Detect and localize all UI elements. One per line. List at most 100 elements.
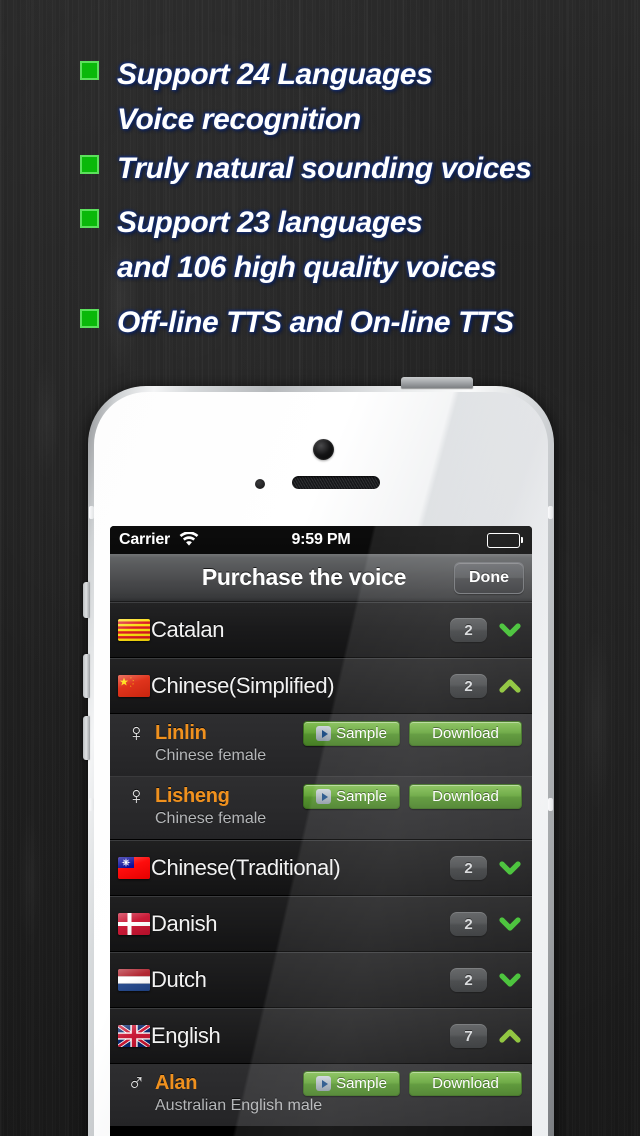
battery-icon xyxy=(487,532,523,548)
power-button[interactable] xyxy=(401,377,473,388)
gender-male-icon: ♂ xyxy=(127,1069,146,1097)
status-bar: Carrier 9:59 PM xyxy=(110,526,532,554)
promo-item-lines: Off-line TTS and On-line TTS xyxy=(117,300,514,345)
volume-down-button[interactable] xyxy=(83,716,90,760)
navigation-bar: Purchase the voice Done xyxy=(110,554,532,602)
chevron-down-icon[interactable] xyxy=(498,968,522,992)
language-row[interactable]: Chinese(Simplified) 2 xyxy=(110,658,532,714)
voice-name: Linlin xyxy=(155,722,207,744)
language-row[interactable]: Danish 2 xyxy=(110,896,532,952)
antenna-notch xyxy=(548,506,553,519)
voice-description: Australian English male xyxy=(155,1097,323,1114)
gender-female-icon: ♀ xyxy=(127,782,146,810)
flag-taiwan-icon xyxy=(118,857,150,879)
sample-button[interactable]: Sample xyxy=(303,1071,400,1096)
voice-row-top: ♂ Alan Sample Download xyxy=(127,1071,522,1096)
promo-item: Off-line TTS and On-line TTS xyxy=(80,300,514,345)
voice-count-badge: 2 xyxy=(450,968,487,992)
chevron-down-icon[interactable] xyxy=(498,856,522,880)
language-row[interactable]: English 7 xyxy=(110,1008,532,1064)
promo-line: Support 24 Languages xyxy=(117,58,433,91)
sample-button-label: Sample xyxy=(336,725,387,742)
antenna-notch xyxy=(548,798,553,811)
mute-switch[interactable] xyxy=(83,582,90,618)
language-row-right: 2 xyxy=(450,968,522,992)
promo-item-lines: Support 24 Languages Voice recognition xyxy=(117,52,433,142)
promo-item-lines: Truly natural sounding voices xyxy=(117,146,532,191)
chevron-up-icon[interactable] xyxy=(498,1024,522,1048)
language-row-right: 2 xyxy=(450,912,522,936)
language-list[interactable]: Catalan 2 Chinese(Simplified) 2 ♀ Linlin Sampl… xyxy=(110,602,532,1127)
promo-line: Truly natural sounding voices xyxy=(117,152,532,185)
language-row[interactable]: Chinese(Traditional) 2 xyxy=(110,840,532,896)
chevron-up-icon xyxy=(499,679,521,693)
voice-actions: Sample Download xyxy=(303,721,522,746)
play-icon xyxy=(316,1076,332,1091)
done-button[interactable]: Done xyxy=(454,562,524,594)
language-name: Chinese(Simplified) xyxy=(151,673,335,698)
wifi-icon xyxy=(179,532,199,546)
language-row[interactable]: Dutch 2 xyxy=(110,952,532,1008)
download-button-label: Download xyxy=(432,788,499,805)
promo-item: Truly natural sounding voices xyxy=(80,146,532,191)
language-row-right: 7 xyxy=(450,1024,522,1048)
flag-netherlands-icon xyxy=(118,969,150,991)
sample-button[interactable]: Sample xyxy=(303,721,400,746)
chevron-down-icon xyxy=(499,973,521,987)
promo-item: Support 24 Languages Voice recognition xyxy=(80,52,433,142)
language-name: Chinese(Traditional) xyxy=(151,855,341,880)
language-row-right: 2 xyxy=(450,856,522,880)
earpiece-speaker-icon xyxy=(292,476,380,489)
voice-row: ♂ Alan Sample Download Australian English ma… xyxy=(110,1064,532,1127)
play-icon xyxy=(316,726,332,741)
download-button[interactable]: Download xyxy=(409,1071,522,1096)
page-title: Purchase the voice xyxy=(201,564,407,590)
voice-actions: Sample Download xyxy=(303,784,522,809)
sample-button-label: Sample xyxy=(336,1075,387,1092)
green-square-bullet-icon xyxy=(80,209,99,228)
voice-name: Lisheng xyxy=(155,785,230,807)
volume-up-button[interactable] xyxy=(83,654,90,698)
chevron-down-icon[interactable] xyxy=(498,618,522,642)
flag-china-icon xyxy=(118,675,150,697)
language-name: Danish xyxy=(151,911,218,936)
sample-button-label: Sample xyxy=(336,788,387,805)
flag-uk-icon xyxy=(118,1025,150,1047)
promo-item: Support 23 languages and 106 high quality… xyxy=(80,200,497,290)
flag-catalonia-icon xyxy=(118,619,150,641)
voice-count-badge: 2 xyxy=(450,912,487,936)
clock-label: 9:59 PM xyxy=(291,531,351,548)
voice-description: Chinese female xyxy=(155,810,267,827)
sample-button[interactable]: Sample xyxy=(303,784,400,809)
voice-group: ♀ Linlin Sample Download Chinese female ♀ Lish… xyxy=(110,714,532,840)
language-name: Catalan xyxy=(151,617,225,642)
chevron-up-icon xyxy=(499,1029,521,1043)
voice-group: ♂ Alan Sample Download Australian English ma… xyxy=(110,1064,532,1127)
download-button-label: Download xyxy=(432,1075,499,1092)
download-button[interactable]: Download xyxy=(409,721,522,746)
chevron-up-icon[interactable] xyxy=(498,674,522,698)
promo-item-lines: Support 23 languages and 106 high quality… xyxy=(117,200,497,290)
proximity-sensor-icon xyxy=(255,479,265,489)
download-button[interactable]: Download xyxy=(409,784,522,809)
voice-count-badge: 2 xyxy=(450,674,487,698)
green-square-bullet-icon xyxy=(80,155,99,174)
chevron-down-icon[interactable] xyxy=(498,912,522,936)
camera-icon xyxy=(313,439,334,460)
promo-line: Voice recognition xyxy=(117,103,361,136)
flag-denmark-icon xyxy=(118,913,150,935)
iphone-mockup: Carrier 9:59 PM Purchase the voice Done … xyxy=(83,377,554,1136)
promo-line: Off-line TTS and On-line TTS xyxy=(117,306,514,339)
language-row-right: 2 xyxy=(450,618,522,642)
play-icon xyxy=(316,789,332,804)
chevron-down-icon xyxy=(499,917,521,931)
language-row-right: 2 xyxy=(450,674,522,698)
promo-header: Support 24 Languages Voice recognition Tru… xyxy=(0,0,640,375)
language-name: Dutch xyxy=(151,967,207,992)
promo-line: Support 23 languages xyxy=(117,206,423,239)
language-row[interactable]: Catalan 2 xyxy=(110,602,532,658)
voice-row-top: ♀ Lisheng Sample Download xyxy=(127,784,522,809)
voice-row: ♀ Linlin Sample Download Chinese female xyxy=(110,714,532,777)
green-square-bullet-icon xyxy=(80,61,99,80)
voice-row: ♀ Lisheng Sample Download Chinese female xyxy=(110,777,532,840)
